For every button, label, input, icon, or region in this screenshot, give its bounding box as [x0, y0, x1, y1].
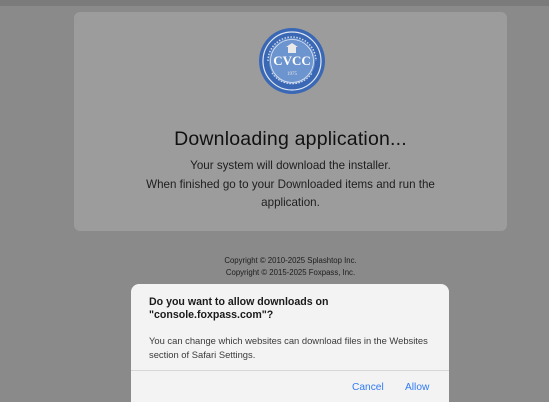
- copyright-block: Copyright © 2010-2025 Splashtop Inc. Cop…: [74, 255, 507, 279]
- copyright-foxpass: Copyright © 2015-2025 Foxpass, Inc.: [225, 268, 356, 277]
- svg-text:1975: 1975: [287, 72, 298, 77]
- dialog-divider: [131, 370, 449, 371]
- copyright-splashtop: Copyright © 2010-2025 Splashtop Inc.: [224, 256, 357, 265]
- subtitle-line-2: When finished go to your Downloaded item…: [146, 177, 435, 210]
- dialog-message: You can change which websites can downlo…: [149, 335, 428, 360]
- cancel-button[interactable]: Cancel: [352, 382, 384, 393]
- svg-text:CVCC: CVCC: [273, 53, 311, 68]
- allow-button[interactable]: Allow: [405, 382, 429, 393]
- dialog-title: Do you want to allow downloads on "conso…: [149, 296, 329, 321]
- page-subtitle: Your system will download the installer.…: [130, 157, 451, 213]
- subtitle-line-1: Your system will download the installer.: [190, 159, 391, 172]
- cvcc-seal-icon: CVCC 1975: [259, 28, 325, 94]
- download-permission-dialog: Do you want to allow downloads on "conso…: [131, 284, 449, 402]
- top-strip: [0, 0, 549, 6]
- page-title: Downloading application...: [174, 128, 407, 150]
